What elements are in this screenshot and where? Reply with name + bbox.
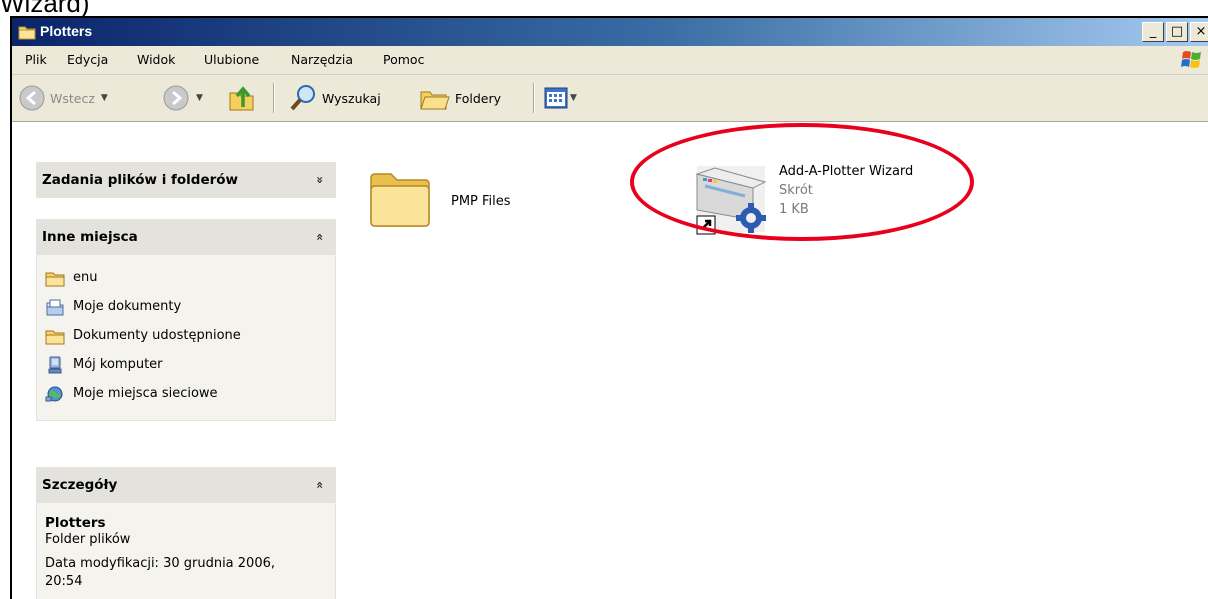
file-tasks-panel: Zadania plików i folderów » [36, 162, 336, 198]
folder-icon [45, 272, 65, 286]
network-places-icon [45, 386, 63, 401]
highlight-ellipse [630, 123, 974, 241]
place-item-my-computer[interactable]: Mój komputer [45, 350, 327, 379]
menu-tools[interactable]: Narzędzia [291, 52, 353, 67]
folders-button[interactable]: Foldery [419, 75, 501, 121]
folder-icon [45, 330, 65, 344]
place-item-enu[interactable]: enu [45, 263, 327, 292]
back-label: Wstecz [50, 90, 95, 106]
dropdown-arrow-icon[interactable]: ▼ [196, 93, 203, 103]
menu-file[interactable]: Plik [25, 52, 47, 67]
collapse-chevron-icon[interactable]: « [313, 233, 327, 241]
my-computer-icon [48, 356, 62, 373]
folders-icon [420, 91, 450, 110]
title-bar[interactable]: Plotters _ □ × [12, 18, 1208, 46]
collapse-chevron-icon[interactable]: « [313, 481, 327, 489]
details-modified-date: Data modyfikacji: 30 grudnia 2006, 20:54 [45, 556, 276, 589]
other-places-title: Inne miejsca [42, 229, 138, 245]
menu-edit[interactable]: Edycja [67, 52, 108, 67]
place-item-network-places[interactable]: Moje miejsca sieciowe [45, 379, 327, 408]
task-pane: Zadania plików i folderów » Inne miejsca… [12, 122, 353, 599]
folder-icon [18, 24, 36, 44]
search-icon [290, 85, 315, 111]
file-tasks-title: Zadania plików i folderów [42, 172, 239, 188]
place-label: Dokumenty udostępnione [73, 328, 241, 343]
close-button[interactable]: × [1190, 22, 1208, 42]
place-item-my-documents[interactable]: Moje dokumenty [45, 292, 327, 321]
details-item-name: Plotters [45, 515, 106, 531]
place-label: Mój komputer [73, 357, 163, 372]
toolbar: Wstecz ▼ ▼ Wyszukaj Foldery ▼ [12, 75, 1208, 122]
maximize-button[interactable]: □ [1166, 22, 1188, 42]
other-places-header[interactable]: Inne miejsca « [36, 219, 336, 255]
details-title: Szczegóły [42, 477, 118, 493]
file-name: PMP Files [451, 194, 511, 209]
forward-button[interactable]: ▼ [162, 75, 203, 121]
explorer-window: Plotters _ □ × Plik Edycja Widok Ulubion… [10, 16, 1208, 599]
expand-chevron-icon[interactable]: » [313, 176, 327, 184]
window-title: Plotters [40, 23, 93, 39]
menu-bar: Plik Edycja Widok Ulubione Narzędzia Pom… [12, 46, 1208, 75]
menu-favorites[interactable]: Ulubione [204, 52, 259, 67]
back-button[interactable]: Wstecz ▼ [18, 75, 108, 121]
up-folder-icon [229, 86, 254, 111]
dropdown-arrow-icon[interactable]: ▼ [570, 93, 577, 103]
place-label: Moje dokumenty [73, 299, 182, 314]
other-places-panel: Inne miejsca « enu Moje dokumenty Dokume… [36, 219, 336, 421]
my-documents-icon [46, 299, 64, 315]
forward-arrow-icon [163, 85, 189, 111]
file-item-pmp-files[interactable]: PMP Files [367, 170, 511, 232]
search-label: Wyszukaj [322, 90, 381, 106]
search-button[interactable]: Wyszukaj [288, 75, 381, 121]
details-header[interactable]: Szczegóły « [36, 467, 336, 503]
details-panel: Szczegóły « Plotters Folder plików Data … [36, 467, 336, 599]
menu-help[interactable]: Pomoc [383, 52, 424, 67]
views-button[interactable]: ▼ [544, 75, 577, 121]
menu-view[interactable]: Widok [137, 52, 175, 67]
folders-label: Foldery [455, 90, 502, 106]
minimize-button[interactable]: _ [1142, 22, 1164, 42]
place-label: enu [73, 270, 98, 285]
windows-logo-icon [1180, 49, 1204, 71]
file-tasks-header[interactable]: Zadania plików i folderów » [36, 162, 336, 198]
place-item-shared-documents[interactable]: Dokumenty udostępnione [45, 321, 327, 350]
dropdown-arrow-icon[interactable]: ▼ [101, 93, 108, 103]
folder-icon [370, 173, 430, 227]
back-arrow-icon [19, 85, 45, 111]
views-icon [544, 87, 568, 109]
place-label: Moje miejsca sieciowe [73, 386, 218, 401]
up-folder-button[interactable] [227, 75, 257, 121]
details-item-type: Folder plików [45, 532, 131, 547]
